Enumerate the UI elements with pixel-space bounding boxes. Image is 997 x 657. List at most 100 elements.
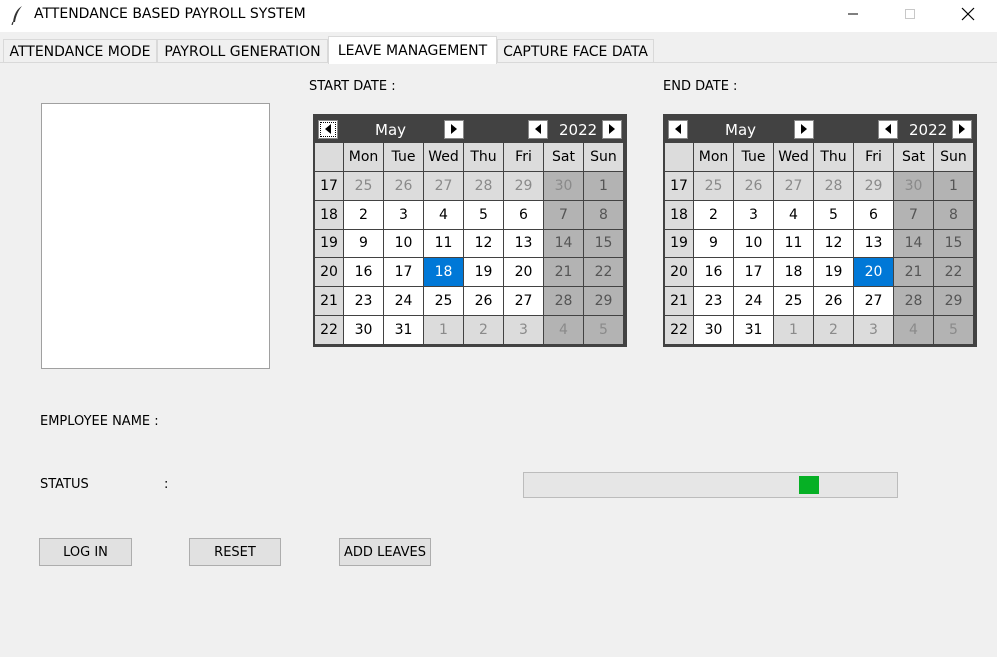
calendar-day[interactable]: 27: [504, 287, 543, 315]
minimize-button[interactable]: [830, 0, 876, 32]
calendar-day[interactable]: 7: [544, 200, 583, 229]
calendar-day[interactable]: 1: [424, 316, 463, 344]
calendar-day[interactable]: 16: [694, 258, 733, 287]
calendar-day[interactable]: 29: [854, 172, 893, 200]
calendar-day[interactable]: 30: [694, 316, 733, 344]
prev-month-button[interactable]: [668, 120, 688, 139]
calendar-day[interactable]: 5: [584, 316, 623, 344]
tab-leave-management[interactable]: LEAVE MANAGEMENT: [328, 36, 497, 64]
calendar-day[interactable]: 4: [774, 200, 813, 229]
calendar-day[interactable]: 2: [694, 200, 733, 229]
calendar-day-selected[interactable]: 18: [424, 258, 463, 287]
calendar-day[interactable]: 25: [694, 172, 733, 200]
calendar-day[interactable]: 26: [384, 172, 423, 200]
calendar-day[interactable]: 10: [734, 229, 773, 258]
calendar-day[interactable]: 2: [814, 316, 853, 344]
calendar-day[interactable]: 14: [544, 229, 583, 258]
calendar-day[interactable]: 4: [544, 316, 583, 344]
prev-month-button[interactable]: [318, 120, 338, 139]
calendar-day[interactable]: 13: [854, 229, 893, 258]
next-year-button[interactable]: [952, 120, 972, 139]
calendar-day[interactable]: 6: [854, 200, 893, 229]
calendar-day[interactable]: 9: [344, 229, 383, 258]
calendar-day[interactable]: 2: [464, 316, 503, 344]
calendar-day[interactable]: 5: [464, 200, 503, 229]
calendar-day[interactable]: 11: [774, 229, 813, 258]
calendar-day[interactable]: 18: [774, 258, 813, 287]
calendar-day[interactable]: 26: [734, 172, 773, 200]
calendar-day[interactable]: 16: [344, 258, 383, 287]
tab-payroll-generation[interactable]: PAYROLL GENERATION: [157, 39, 328, 63]
calendar-day[interactable]: 27: [854, 287, 893, 315]
calendar-day[interactable]: 21: [894, 258, 933, 287]
calendar-day[interactable]: 2: [344, 200, 383, 229]
add-leaves-button[interactable]: ADD LEAVES: [339, 538, 431, 566]
calendar-day[interactable]: 29: [934, 287, 973, 315]
calendar-day[interactable]: 17: [384, 258, 423, 287]
calendar-day[interactable]: 10: [384, 229, 423, 258]
calendar-day[interactable]: 5: [814, 200, 853, 229]
reset-button[interactable]: RESET: [189, 538, 281, 566]
calendar-day[interactable]: 7: [894, 200, 933, 229]
calendar-day[interactable]: 30: [544, 172, 583, 200]
calendar-day[interactable]: 31: [384, 316, 423, 344]
calendar-day[interactable]: 25: [774, 287, 813, 315]
calendar-day[interactable]: 14: [894, 229, 933, 258]
calendar-day[interactable]: 1: [584, 172, 623, 200]
end-date-calendar[interactable]: May 2022 Mon Tue Wed Thu Fri Sat Sun 17 25 26 27 28…: [663, 114, 977, 347]
calendar-day[interactable]: 15: [934, 229, 973, 258]
calendar-day[interactable]: 3: [384, 200, 423, 229]
next-month-button[interactable]: [444, 120, 464, 139]
calendar-day[interactable]: 13: [504, 229, 543, 258]
tab-capture-face-data[interactable]: CAPTURE FACE DATA: [497, 39, 654, 63]
calendar-day[interactable]: 4: [894, 316, 933, 344]
calendar-day[interactable]: 3: [854, 316, 893, 344]
calendar-day[interactable]: 21: [544, 258, 583, 287]
calendar-day[interactable]: 3: [504, 316, 543, 344]
calendar-day[interactable]: 30: [894, 172, 933, 200]
calendar-day[interactable]: 28: [814, 172, 853, 200]
calendar-day[interactable]: 19: [814, 258, 853, 287]
calendar-day[interactable]: 1: [934, 172, 973, 200]
maximize-button[interactable]: [887, 0, 933, 32]
close-button[interactable]: [945, 0, 991, 32]
calendar-day[interactable]: 23: [344, 287, 383, 315]
calendar-day[interactable]: 1: [774, 316, 813, 344]
calendar-day[interactable]: 27: [774, 172, 813, 200]
calendar-day[interactable]: 22: [584, 258, 623, 287]
calendar-day[interactable]: 22: [934, 258, 973, 287]
calendar-day[interactable]: 29: [584, 287, 623, 315]
calendar-day[interactable]: 11: [424, 229, 463, 258]
calendar-day[interactable]: 28: [464, 172, 503, 200]
calendar-day[interactable]: 3: [734, 200, 773, 229]
calendar-day[interactable]: 29: [504, 172, 543, 200]
calendar-day[interactable]: 8: [584, 200, 623, 229]
next-month-button[interactable]: [794, 120, 814, 139]
calendar-day[interactable]: 31: [734, 316, 773, 344]
calendar-day[interactable]: 23: [694, 287, 733, 315]
calendar-day[interactable]: 27: [424, 172, 463, 200]
login-button[interactable]: LOG IN: [39, 538, 132, 566]
calendar-day[interactable]: 12: [814, 229, 853, 258]
calendar-day[interactable]: 20: [504, 258, 543, 287]
calendar-day[interactable]: 8: [934, 200, 973, 229]
prev-year-button[interactable]: [878, 120, 898, 139]
calendar-day[interactable]: 9: [694, 229, 733, 258]
next-year-button[interactable]: [602, 120, 622, 139]
calendar-day[interactable]: 19: [464, 258, 503, 287]
calendar-day[interactable]: 28: [894, 287, 933, 315]
calendar-day[interactable]: 4: [424, 200, 463, 229]
tab-attendance-mode[interactable]: ATTENDANCE MODE: [3, 39, 157, 63]
calendar-day[interactable]: 26: [464, 287, 503, 315]
calendar-day[interactable]: 17: [734, 258, 773, 287]
prev-year-button[interactable]: [528, 120, 548, 139]
calendar-day[interactable]: 24: [734, 287, 773, 315]
calendar-day-selected[interactable]: 20: [854, 258, 893, 287]
calendar-day[interactable]: 12: [464, 229, 503, 258]
calendar-day[interactable]: 30: [344, 316, 383, 344]
calendar-day[interactable]: 24: [384, 287, 423, 315]
calendar-day[interactable]: 25: [344, 172, 383, 200]
calendar-day[interactable]: 28: [544, 287, 583, 315]
calendar-day[interactable]: 26: [814, 287, 853, 315]
calendar-day[interactable]: 5: [934, 316, 973, 344]
